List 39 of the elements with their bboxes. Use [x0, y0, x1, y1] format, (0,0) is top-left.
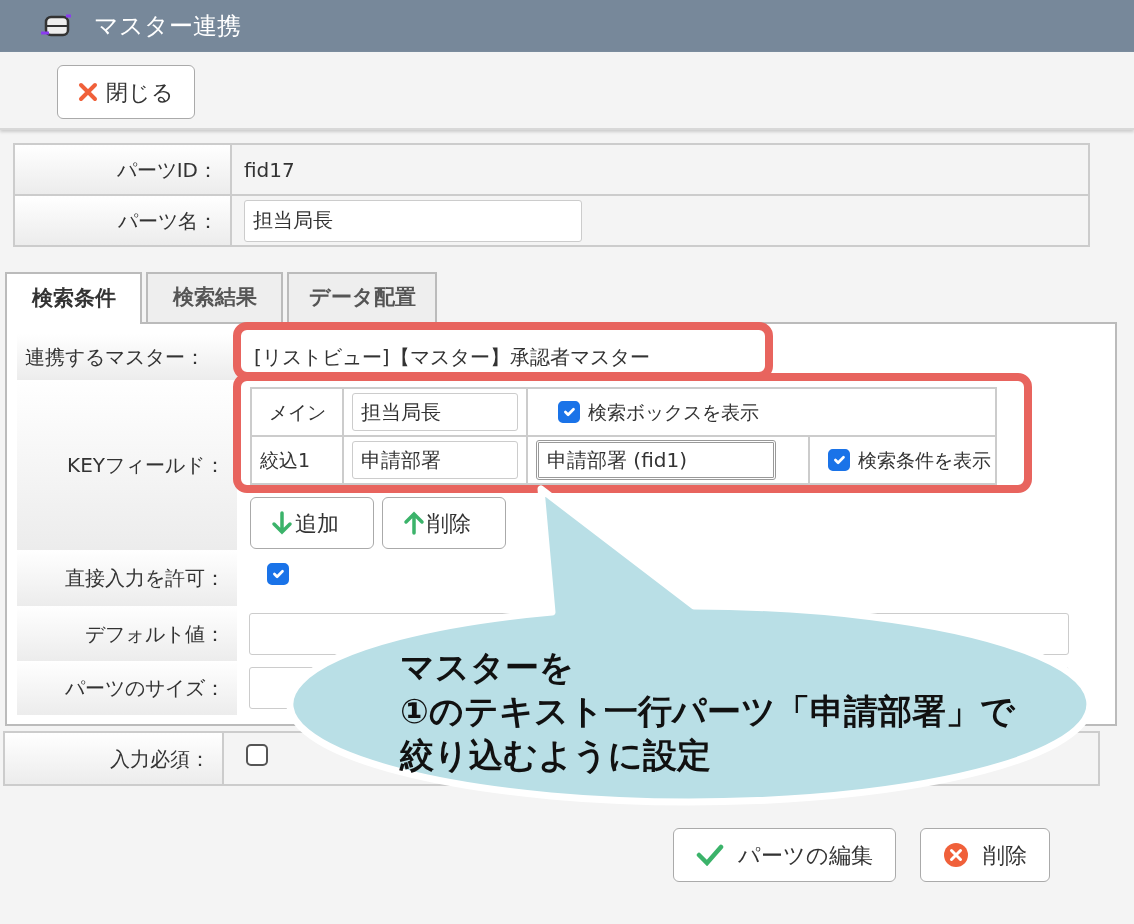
field-label: 入力必須： [4, 732, 223, 785]
callout-text: ①のテキスト一行パーツ「申請部署」で [400, 690, 1015, 733]
close-button[interactable]: 閉じる [57, 65, 195, 119]
add-button[interactable]: 追加 [250, 497, 374, 549]
row-label: 絞込1 [251, 436, 343, 484]
down-arrow-icon [271, 511, 293, 535]
delete-button[interactable]: 削除 [920, 828, 1050, 882]
callout-text: マスターを [400, 646, 574, 689]
text-field[interactable]: 申請部署 [352, 441, 518, 479]
tab[interactable]: 検索結果 [146, 272, 283, 322]
checkbox[interactable] [246, 743, 268, 766]
edit-button[interactable]: パーツの編集 [673, 828, 896, 882]
field-label: パーツID： [14, 144, 231, 195]
field-label: 直接入力を許可： [17, 550, 237, 606]
checkbox[interactable] [267, 563, 289, 585]
field-value: fid17 [244, 157, 295, 182]
up-arrow-icon [403, 511, 425, 535]
close-icon [78, 82, 98, 102]
delete-icon [943, 842, 969, 868]
tab[interactable]: データ配置 [287, 272, 437, 322]
field-label: デフォルト値： [17, 606, 237, 661]
row-label: メイン [251, 388, 343, 436]
select-field[interactable]: 申請部署 (fid1) [536, 440, 776, 480]
remove-button[interactable]: 削除 [382, 497, 506, 549]
checkbox-label: 検索条件を表示 [858, 447, 991, 473]
checkbox[interactable] [558, 401, 580, 423]
master-name: [リストビュー]【マスター】承認者マスター [254, 345, 650, 369]
tab[interactable]: 検索条件 [5, 272, 142, 324]
text-field[interactable]: 担当局長 [244, 199, 582, 242]
check-icon [696, 844, 724, 866]
checkbox-label: 検索ボックスを表示 [588, 399, 759, 425]
window-icon [40, 13, 72, 39]
field-label: KEYフィールド： [17, 380, 237, 550]
window-title: マスター連携 [94, 11, 241, 42]
text-field[interactable]: 担当局長 [352, 393, 518, 431]
field-label: パーツ名： [14, 195, 231, 246]
field-label: パーツのサイズ： [17, 661, 237, 715]
checkbox[interactable] [828, 449, 850, 471]
callout-text: 絞り込むように設定 [400, 734, 711, 777]
